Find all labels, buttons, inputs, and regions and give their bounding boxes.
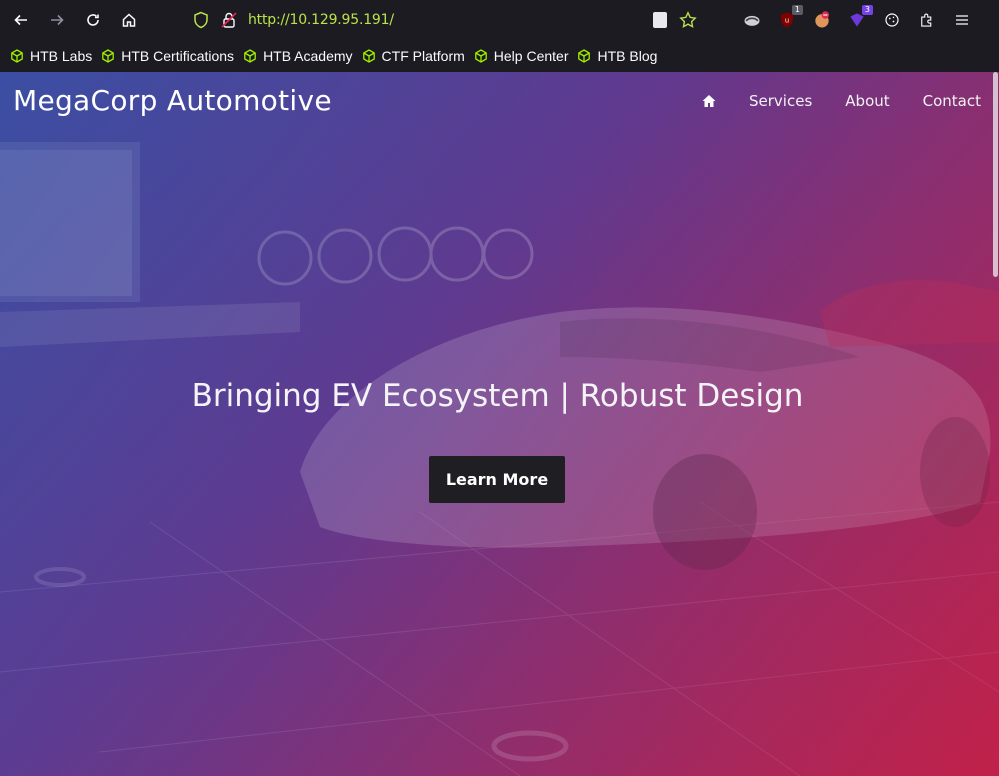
wappalyzer-badge: 3 [861, 5, 873, 15]
page-scrollbar[interactable] [993, 72, 998, 277]
learn-more-button[interactable]: Learn More [429, 456, 565, 503]
bookmark-label: Help Center [493, 48, 569, 64]
arrow-left-icon [14, 14, 27, 26]
url-actions [653, 11, 697, 29]
svg-text:u: u [785, 16, 789, 24]
bookmark-htb-academy[interactable]: HTB Academy [241, 43, 357, 69]
bookmark-label: HTB Labs [30, 48, 93, 64]
extensions-area: u 1 3 [740, 4, 974, 36]
nav-link-services[interactable]: Services [749, 92, 812, 110]
extensions-puzzle-icon[interactable] [915, 8, 939, 32]
page-viewport: MegaCorp Automotive Services About Conta… [0, 72, 999, 776]
nav-link-about[interactable]: About [845, 92, 889, 110]
bookmark-label: HTB Blog [597, 48, 658, 64]
url-scheme: http:// [248, 12, 290, 28]
back-button[interactable] [3, 4, 39, 36]
arrow-right-icon [51, 14, 64, 26]
reload-button[interactable] [75, 4, 111, 36]
home-icon[interactable] [701, 93, 717, 109]
home-button[interactable] [111, 4, 147, 36]
htb-cube-icon [578, 49, 591, 63]
hero-heading: Bringing EV Ecosystem | Robust Design [191, 378, 804, 414]
reload-icon [87, 14, 99, 26]
insecure-lock-icon[interactable] [220, 11, 238, 29]
url-host: 10.129.95.191 [289, 12, 390, 28]
bookmark-label: CTF Platform [381, 48, 465, 64]
url-text[interactable]: http://10.129.95.191/ [248, 12, 394, 28]
htb-cube-icon [474, 49, 487, 63]
home-icon [122, 13, 136, 27]
main-nav: Services About Contact [701, 92, 981, 110]
nav-link-contact[interactable]: Contact [923, 92, 981, 110]
site-title[interactable]: MegaCorp Automotive [13, 84, 332, 117]
ublock-origin-icon[interactable]: u 1 [775, 5, 803, 32]
bookmarks-bar: HTB Labs HTB Certifications HTB Academy … [0, 40, 999, 72]
cookie-extension-icon[interactable] [810, 8, 834, 32]
bookmark-htb-certifications[interactable]: HTB Certifications [99, 43, 239, 69]
htb-cube-icon [11, 49, 23, 63]
htb-cube-icon [102, 49, 115, 63]
bookmark-help-center[interactable]: Help Center [472, 43, 574, 69]
shield-icon[interactable] [192, 11, 210, 29]
htb-cube-icon [362, 49, 375, 63]
bookmark-label: HTB Academy [263, 48, 353, 64]
url-path: / [389, 12, 394, 28]
forward-button[interactable] [39, 4, 75, 36]
foxyproxy-icon[interactable] [740, 8, 764, 32]
url-bar[interactable]: http://10.129.95.191/ [180, 5, 705, 35]
bookmark-label: HTB Certifications [121, 48, 235, 64]
bookmark-htb-labs[interactable]: HTB Labs [8, 43, 97, 69]
hero-gradient-overlay [0, 72, 999, 776]
hamburger-menu-icon[interactable] [950, 8, 974, 32]
wappalyzer-icon[interactable]: 3 [845, 5, 873, 32]
ublock-badge: 1 [791, 5, 803, 15]
reader-view-icon[interactable] [653, 12, 667, 28]
bookmark-ctf-platform[interactable]: CTF Platform [360, 43, 470, 69]
cookie-editor-icon[interactable] [880, 8, 904, 32]
bookmark-star-icon[interactable] [679, 11, 697, 29]
htb-cube-icon [244, 49, 256, 63]
bookmark-htb-blog[interactable]: HTB Blog [575, 43, 662, 69]
browser-toolbar: http://10.129.95.191/ u 1 3 [0, 0, 999, 40]
